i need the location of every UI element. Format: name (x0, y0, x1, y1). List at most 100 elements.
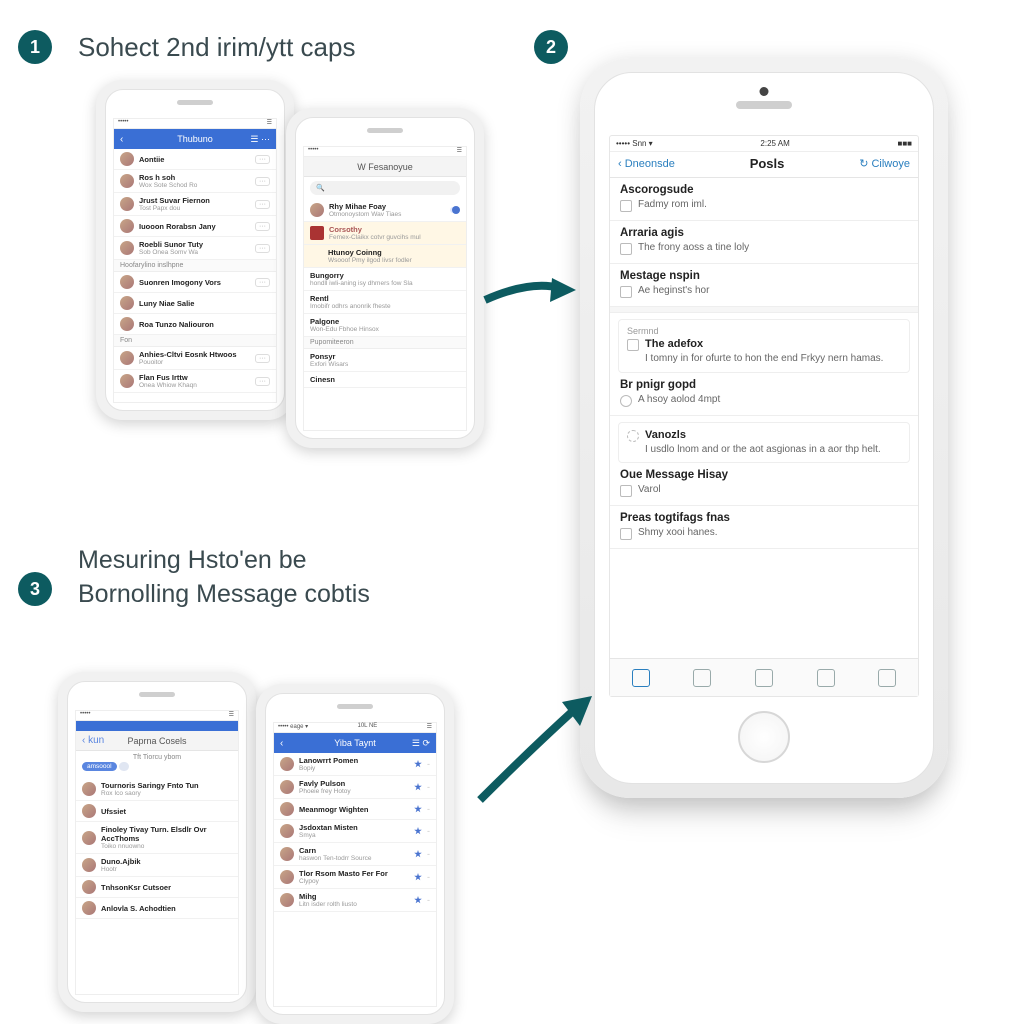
list-item[interactable]: Duno.AjbikHootr (76, 854, 238, 877)
people-list[interactable]: Lanowrrt PomenBopiy - Favly PulsonPhoeie… (274, 753, 436, 1006)
list-item[interactable]: Flan Fus IrttwOnea Whiow Khaqn ··· (114, 370, 276, 393)
list-item[interactable]: PalgoneWon-Edu Fbhoe Hinsox (304, 314, 466, 337)
list-item[interactable]: PonsyrExfori Wisars (304, 349, 466, 372)
step1-badge: 1 (18, 30, 52, 64)
list-item[interactable]: Roebli Sunor TutySob Onea Somv Wa ··· (114, 237, 276, 260)
avatar (82, 858, 96, 872)
back-chevron-icon[interactable]: ‹ (120, 134, 123, 145)
nav-actions[interactable]: ☰ ⋯ (250, 134, 270, 145)
list-item[interactable]: Rhy Mihae FoayOtmonoystom Wav Tiaes (304, 199, 466, 222)
step3-phone-group: •••••☰ ‹ kun Paprna Cosels Tft Tiorcu yb… (58, 672, 478, 1002)
tab-bar[interactable] (610, 658, 918, 696)
list[interactable]: Tournoris Saringy Fnto TunRox Ico saory … (76, 778, 238, 994)
list-item[interactable]: Lanowrrt PomenBopiy - (274, 753, 436, 776)
list-item[interactable]: Tlor Rsom Masto Fer ForClypoy - (274, 866, 436, 889)
spinner-icon (627, 430, 639, 442)
list-section-header: Fon (114, 335, 276, 347)
list-item[interactable]: Anhies-Cltvi Eosnk HtwoosPouoitor ··· (114, 347, 276, 370)
list-item[interactable]: Tournoris Saringy Fnto TunRox Ico saory (76, 778, 238, 801)
nav-bar[interactable]: ‹ kun Paprna Cosels (76, 731, 238, 751)
tab-icon[interactable] (755, 669, 773, 687)
more-button[interactable]: ··· (255, 244, 270, 253)
settings-section[interactable]: Preas togtifags fnas Shmy xooi hanes. (610, 506, 918, 549)
list-item[interactable]: Suonren Imogony Vors ··· (114, 272, 276, 293)
settings-content[interactable]: Ascorogsude Fadmy rom iml. Arraria agis … (610, 178, 918, 658)
avatar (82, 782, 96, 796)
star-icon[interactable] (414, 873, 422, 881)
list-item[interactable]: Ros h sohWox Sote Schod Ro ··· (114, 170, 276, 193)
step1-header: 1 Sohect 2nd irim/ytt caps (18, 30, 355, 64)
settings-section[interactable]: Br pnigr gopd A hsoy aolod 4mpt (610, 373, 918, 416)
step3-header: 3 Mesuring Hsto'en be Bornolling Message… (18, 544, 378, 612)
star-icon[interactable] (414, 896, 422, 904)
more-button[interactable]: ··· (255, 377, 270, 386)
star-icon[interactable] (414, 827, 422, 835)
more-button[interactable]: ··· (255, 222, 270, 231)
nav-bar: W Fesanoyue (304, 157, 466, 177)
tab-icon[interactable] (693, 669, 711, 687)
list-item[interactable]: Anlovla S. Achodtien (76, 898, 238, 919)
home-button[interactable] (738, 711, 790, 763)
list-item[interactable]: TnhsonKsr Cutsoer (76, 877, 238, 898)
settings-section[interactable]: Mestage nspin Ae heginst's hor (610, 264, 918, 307)
toggle[interactable] (450, 207, 460, 213)
list-item[interactable]: MihgLitn isder rolth liusto - (274, 889, 436, 912)
list-item[interactable]: Ufssiet (76, 801, 238, 822)
list-item[interactable]: Aontiie ··· (114, 149, 276, 170)
nav-title: Yiba Taynt (334, 738, 376, 748)
list-item[interactable]: Iuooon Rorabsn Jany ··· (114, 216, 276, 237)
nav-title: W Fesanoyue (357, 162, 413, 172)
tab-icon[interactable] (817, 669, 835, 687)
contact-list[interactable]: Aontiie ··· Ros h sohWox Sote Schod Ro ·… (114, 149, 276, 402)
nav-bar[interactable]: ‹ Thubuno ☰ ⋯ (114, 129, 276, 149)
list-item[interactable]: Finoley Tivay Turn. Elsdlr Ovr AccThomsT… (76, 822, 238, 854)
settings-section[interactable]: Ascorogsude Fadmy rom iml. (610, 178, 918, 221)
star-icon[interactable] (414, 783, 422, 791)
list-item-highlight[interactable]: Htunoy CoinngWsooof Pmy ilgod livsr fodl… (304, 245, 466, 268)
home-tab-icon[interactable] (632, 669, 650, 687)
settings-section[interactable]: Arraria agis The frony aoss a tine loly (610, 221, 918, 264)
more-button[interactable]: ··· (255, 354, 270, 363)
more-button[interactable]: ··· (255, 200, 270, 209)
search-input[interactable]: 🔍 (310, 181, 460, 195)
status-bar: ••••• Snn ▾ 2:25 AM ■■■ (610, 136, 918, 152)
list-item[interactable]: Meanmogr Wighten - (274, 799, 436, 820)
back-button[interactable]: ‹ kun (82, 735, 104, 746)
back-chevron-icon[interactable]: ‹ (280, 738, 283, 749)
more-button[interactable]: ··· (255, 155, 270, 164)
info-card: Sermnd The adefox I tomny in for ofurte … (618, 319, 910, 373)
avatar (120, 152, 134, 166)
avatar (280, 893, 294, 907)
avatar (120, 374, 134, 388)
more-button[interactable]: ··· (255, 278, 270, 287)
star-icon[interactable] (414, 850, 422, 858)
list-item[interactable]: RentlImobifr odhrs anonrik fheste (304, 291, 466, 314)
list-item[interactable]: Bungorryhondll iwli-aning isy dhmers fow… (304, 268, 466, 291)
more-button[interactable]: ··· (255, 177, 270, 186)
list-item[interactable]: Luny Niae Salie (114, 293, 276, 314)
nav-right-action[interactable]: ↻ Cilwoye (859, 157, 910, 170)
list-item-highlight[interactable]: CorsothyFemex-Claikx cotvr guvcihs mul (304, 222, 466, 245)
list-item[interactable]: Carnhaswon Ten-todrr Source - (274, 843, 436, 866)
avatar (280, 870, 294, 884)
step3-phone-b: ••••• eage ▾10L NE☰ ‹ Yiba Taynt ☰ ⟳ Lan… (256, 684, 454, 1024)
nav-bar[interactable]: ‹ Yiba Taynt ☰ ⟳ (274, 733, 436, 753)
list-item[interactable]: Favly PulsonPhoeie frey Hotoy - (274, 776, 436, 799)
star-icon[interactable] (414, 760, 422, 768)
section-icon (620, 528, 632, 540)
star-icon[interactable] (414, 805, 422, 813)
back-button[interactable]: ‹ Dneonsde (618, 158, 675, 170)
list-item[interactable]: Jsdoxtan MistenSmya - (274, 820, 436, 843)
nav-actions[interactable]: ☰ ⟳ (412, 738, 430, 749)
tab-icon[interactable] (878, 669, 896, 687)
filter-tabs[interactable]: amsoool (82, 762, 129, 771)
list-item[interactable]: Roa Tunzo Naliouron (114, 314, 276, 335)
list-item[interactable]: Cinesn (304, 372, 466, 388)
list-item[interactable]: Jrust Suvar FiernonTost Papx dou ··· (114, 193, 276, 216)
section-icon (620, 286, 632, 298)
avatar (120, 219, 134, 233)
step1-phone-b: •••••☰ W Fesanoyue 🔍 Rhy Mihae FoayOtmon… (286, 108, 484, 448)
step1-phone-a: •••••☰ ‹ Thubuno ☰ ⋯ Aontiie ··· Ros h s… (96, 80, 294, 420)
settings-section[interactable]: Oue Message Hisay Varol (610, 463, 918, 506)
feed-list[interactable]: Rhy Mihae FoayOtmonoystom Wav Tiaes Cors… (304, 199, 466, 430)
